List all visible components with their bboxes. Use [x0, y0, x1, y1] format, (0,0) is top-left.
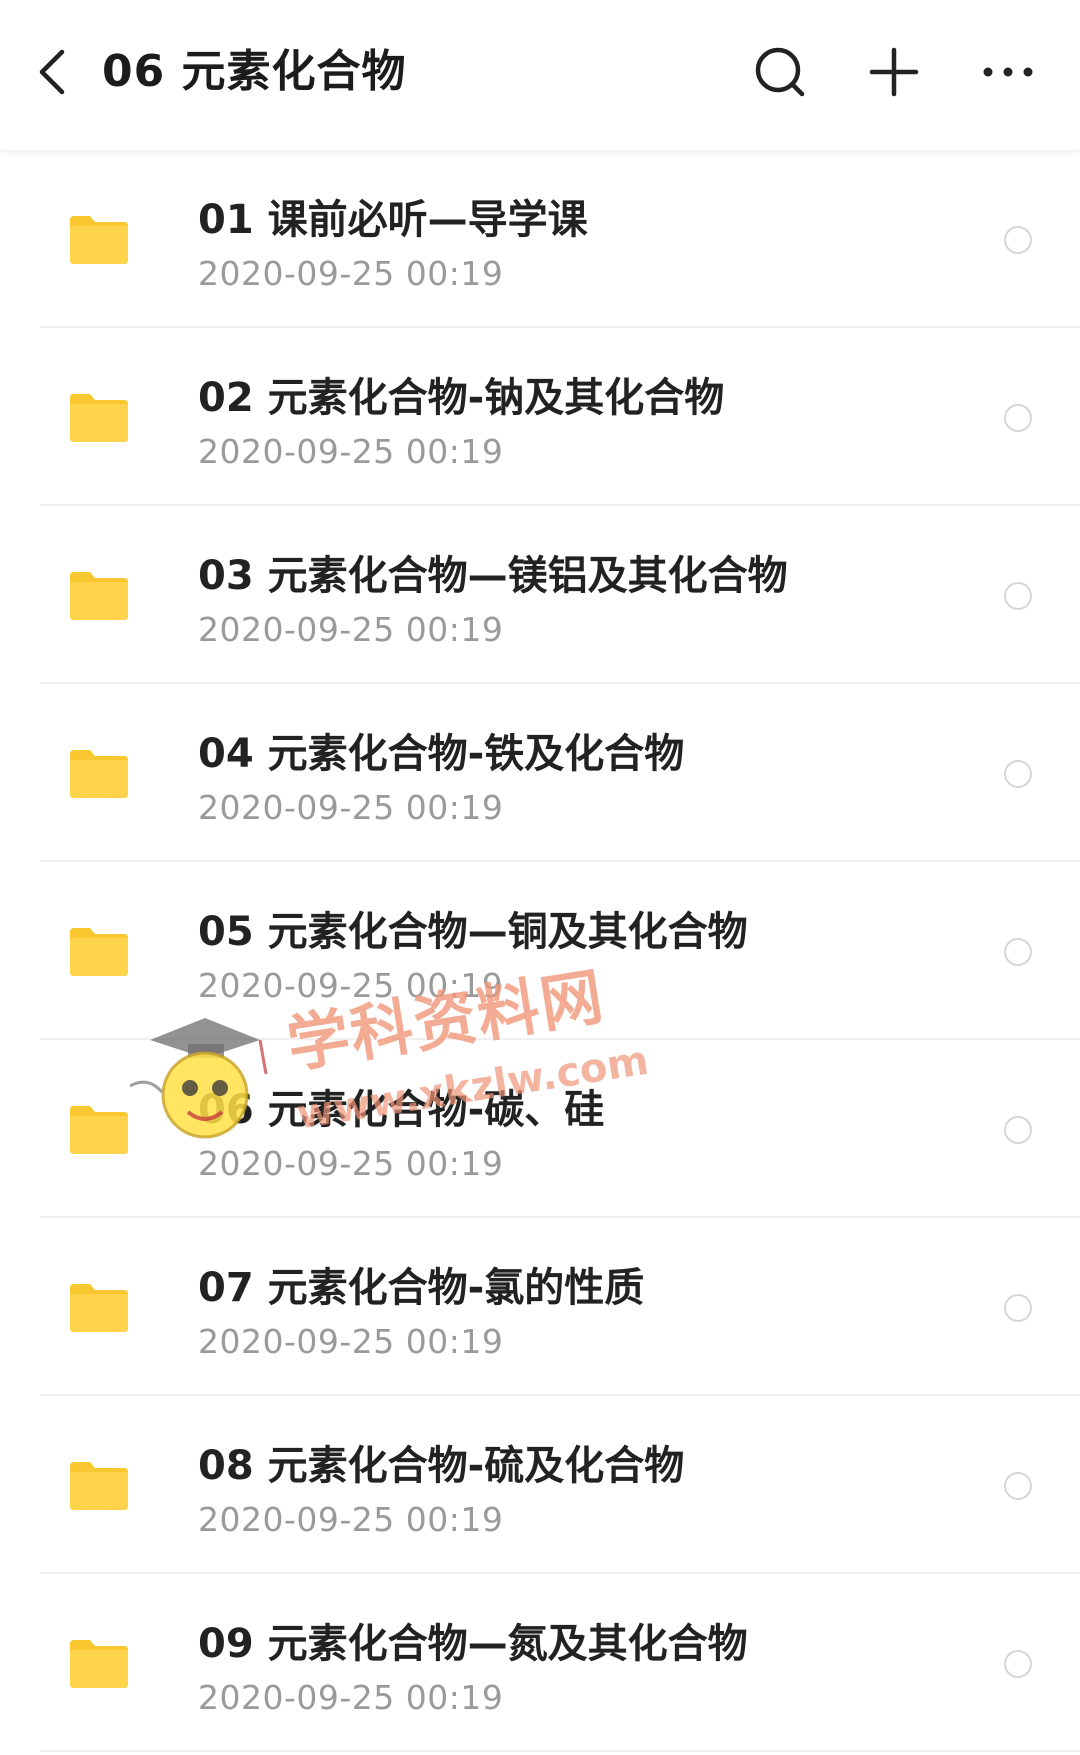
- more-button[interactable]: [972, 36, 1044, 108]
- select-checkbox[interactable]: [1004, 1472, 1032, 1500]
- folder-icon: [70, 1284, 128, 1332]
- divider: [40, 1750, 1080, 1752]
- folder-icon: [70, 928, 128, 976]
- select-checkbox[interactable]: [1004, 1116, 1032, 1144]
- select-checkbox[interactable]: [1004, 1294, 1032, 1322]
- list-item[interactable]: 05 元素化合物—铜及其化合物 2020-09-25 00:19: [0, 862, 1080, 1040]
- file-list: 01 课前必听—导学课 2020-09-25 00:19 02 元素化合物-钠及其化…: [0, 150, 1080, 1752]
- select-checkbox[interactable]: [1004, 1650, 1032, 1678]
- list-item[interactable]: 03 元素化合物—镁铝及其化合物 2020-09-25 00:19: [0, 506, 1080, 684]
- list-item[interactable]: 04 元素化合物-铁及化合物 2020-09-25 00:19: [0, 684, 1080, 862]
- item-name: 01 课前必听—导学课: [198, 197, 588, 243]
- item-date: 2020-09-25 00:19: [198, 610, 504, 649]
- chevron-left-icon: [39, 49, 65, 95]
- item-date: 2020-09-25 00:19: [198, 788, 504, 827]
- folder-icon: [70, 572, 128, 620]
- app-header: 06 元素化合物: [0, 0, 1080, 150]
- item-name: 04 元素化合物-铁及化合物: [198, 731, 685, 777]
- item-date: 2020-09-25 00:19: [198, 1322, 504, 1361]
- item-name: 08 元素化合物-硫及化合物: [198, 1443, 685, 1489]
- list-item[interactable]: 06 元素化合物-碳、硅 2020-09-25 00:19: [0, 1040, 1080, 1218]
- list-item[interactable]: 08 元素化合物-硫及化合物 2020-09-25 00:19: [0, 1396, 1080, 1574]
- folder-icon: [70, 1640, 128, 1688]
- item-date: 2020-09-25 00:19: [198, 1678, 504, 1717]
- folder-icon: [70, 394, 128, 442]
- item-name: 02 元素化合物-钠及其化合物: [198, 375, 725, 421]
- folder-icon: [70, 216, 128, 264]
- item-name: 05 元素化合物—铜及其化合物: [198, 909, 748, 955]
- list-item[interactable]: 07 元素化合物-氯的性质 2020-09-25 00:19: [0, 1218, 1080, 1396]
- folder-icon: [70, 1462, 128, 1510]
- list-item[interactable]: 01 课前必听—导学课 2020-09-25 00:19: [0, 150, 1080, 328]
- select-checkbox[interactable]: [1004, 404, 1032, 432]
- search-icon: [755, 47, 805, 97]
- item-date: 2020-09-25 00:19: [198, 966, 504, 1005]
- page-title: 06 元素化合物: [102, 46, 407, 97]
- item-name: 07 元素化合物-氯的性质: [198, 1265, 645, 1311]
- back-button[interactable]: [28, 38, 84, 106]
- folder-icon: [70, 1106, 128, 1154]
- more-horizontal-icon: [983, 67, 1033, 77]
- item-name: 03 元素化合物—镁铝及其化合物: [198, 553, 788, 599]
- item-date: 2020-09-25 00:19: [198, 1500, 504, 1539]
- list-item[interactable]: 02 元素化合物-钠及其化合物 2020-09-25 00:19: [0, 328, 1080, 506]
- select-checkbox[interactable]: [1004, 226, 1032, 254]
- item-name: 09 元素化合物—氮及其化合物: [198, 1621, 748, 1667]
- item-name: 06 元素化合物-碳、硅: [198, 1087, 605, 1133]
- item-date: 2020-09-25 00:19: [198, 432, 504, 471]
- folder-icon: [70, 750, 128, 798]
- select-checkbox[interactable]: [1004, 938, 1032, 966]
- item-date: 2020-09-25 00:19: [198, 1144, 504, 1183]
- list-item[interactable]: 09 元素化合物—氮及其化合物 2020-09-25 00:19: [0, 1574, 1080, 1752]
- plus-icon: [869, 47, 919, 97]
- select-checkbox[interactable]: [1004, 582, 1032, 610]
- search-button[interactable]: [744, 36, 816, 108]
- add-button[interactable]: [858, 36, 930, 108]
- select-checkbox[interactable]: [1004, 760, 1032, 788]
- item-date: 2020-09-25 00:19: [198, 254, 504, 293]
